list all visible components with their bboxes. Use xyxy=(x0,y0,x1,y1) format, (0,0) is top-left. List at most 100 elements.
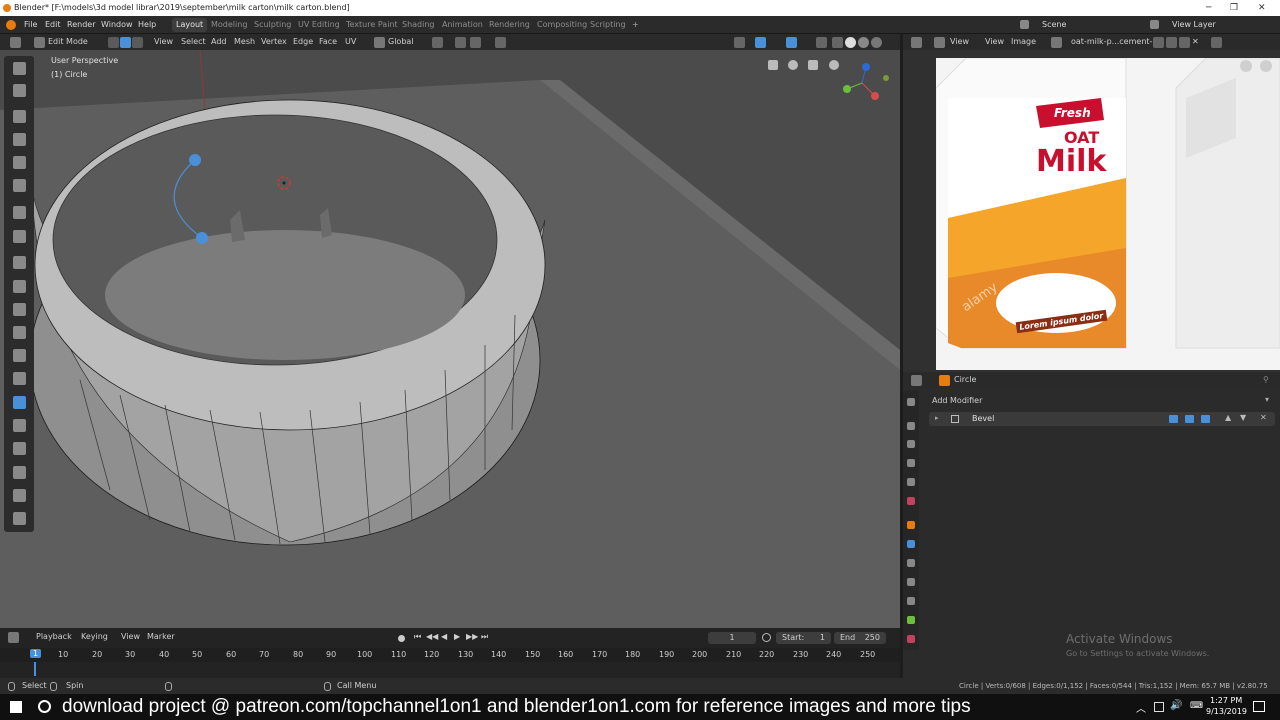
smooth-tool-icon[interactable] xyxy=(13,419,26,432)
viewport-zoom-icon[interactable] xyxy=(829,60,839,70)
data-props-icon[interactable] xyxy=(907,616,915,624)
select-box-icon[interactable] xyxy=(13,62,26,75)
menu-help[interactable]: Help xyxy=(138,16,156,34)
material-props-icon[interactable] xyxy=(907,635,915,643)
modifier-remove-icon[interactable]: ✕ xyxy=(1260,413,1267,422)
tab-rendering[interactable]: Rendering xyxy=(485,18,534,32)
notifications-icon[interactable] xyxy=(1253,701,1265,712)
menu-uv[interactable]: UV xyxy=(345,34,356,50)
tab-shading[interactable]: Shading xyxy=(398,18,439,32)
solid-shading-icon[interactable] xyxy=(845,37,856,48)
menu-mesh[interactable]: Mesh xyxy=(234,34,255,50)
snap-icon[interactable] xyxy=(455,37,466,48)
snap-target-icon[interactable] xyxy=(470,37,481,48)
material-shading-icon[interactable] xyxy=(858,37,869,48)
tab-texture-paint[interactable]: Texture Paint xyxy=(342,18,402,32)
tab-animation[interactable]: Animation xyxy=(438,18,487,32)
menu-vertex[interactable]: Vertex xyxy=(261,34,287,50)
menu-edit[interactable]: Edit xyxy=(45,16,61,34)
properties-editor-type-icon[interactable] xyxy=(911,375,922,386)
timeline-menu-view[interactable]: View xyxy=(121,630,140,644)
rip-tool-icon[interactable] xyxy=(13,512,26,525)
rotate-tool-icon[interactable] xyxy=(13,133,26,146)
maximize-icon[interactable]: ❐ xyxy=(1230,0,1238,16)
render-props-icon[interactable] xyxy=(907,422,915,430)
viewport-orbit-icon[interactable] xyxy=(788,60,798,70)
xray-icon[interactable] xyxy=(816,37,827,48)
shrink-fatten-tool-icon[interactable] xyxy=(13,466,26,479)
timeline-menu-marker[interactable]: Marker xyxy=(147,630,175,644)
tab-modeling[interactable]: Modeling xyxy=(207,18,251,32)
extrude-tool-icon[interactable] xyxy=(13,256,26,269)
start-frame-field[interactable]: Start: 1 xyxy=(776,632,831,644)
pivot-icon[interactable] xyxy=(432,37,443,48)
rendered-shading-icon[interactable] xyxy=(871,37,882,48)
image-menu-view-2[interactable]: View xyxy=(985,34,1004,50)
modifier-editmode-icon[interactable] xyxy=(1169,415,1178,423)
menu-window[interactable]: Window xyxy=(101,16,133,34)
menu-face[interactable]: Face xyxy=(319,34,337,50)
wireframe-shading-icon[interactable] xyxy=(832,37,843,48)
image-menu-view-1[interactable]: View xyxy=(950,34,969,50)
view-filter-icon[interactable] xyxy=(734,37,745,48)
move-tool-icon[interactable] xyxy=(13,110,26,123)
volume-icon[interactable]: 🔊 xyxy=(1170,700,1182,711)
add-modifier-arrow-icon[interactable]: ▾ xyxy=(1265,395,1269,404)
playhead-line[interactable] xyxy=(34,662,36,676)
edge-select-icon[interactable] xyxy=(120,37,131,48)
gizmo-toggle-icon[interactable] xyxy=(755,37,766,48)
image-name-field[interactable]: oat-milk-p...cement-m xyxy=(1071,34,1160,50)
poly-build-tool-icon[interactable] xyxy=(13,372,26,385)
image-pin-icon[interactable] xyxy=(1211,37,1222,48)
search-icon[interactable] xyxy=(38,700,51,713)
cursor-tool-icon[interactable] xyxy=(13,84,26,97)
current-frame-field[interactable]: 1 xyxy=(708,632,756,644)
image-mode-icon[interactable] xyxy=(934,37,945,48)
menu-view[interactable]: View xyxy=(154,34,173,50)
jump-keyframe-back-icon[interactable]: ◀◀ xyxy=(426,630,438,644)
world-props-icon[interactable] xyxy=(907,497,915,505)
viewport-camera-icon[interactable] xyxy=(768,60,778,70)
transform-tool-icon[interactable] xyxy=(13,179,26,192)
scene-props-icon[interactable] xyxy=(907,478,915,486)
proportional-edit-icon[interactable] xyxy=(495,37,506,48)
menu-select[interactable]: Select xyxy=(181,34,206,50)
modifier-name[interactable]: Bevel xyxy=(972,414,994,423)
tab-sculpting[interactable]: Sculpting xyxy=(250,18,295,32)
modifier-expand-icon[interactable]: ▸ xyxy=(935,414,939,422)
image-browse-icon[interactable] xyxy=(1051,37,1062,48)
scale-tool-icon[interactable] xyxy=(13,156,26,169)
loop-cut-tool-icon[interactable] xyxy=(13,326,26,339)
modifier-render-icon[interactable] xyxy=(1201,415,1210,423)
orientation-dropdown[interactable]: Global xyxy=(388,34,414,50)
jump-start-icon[interactable]: ⏮ xyxy=(414,630,421,644)
particles-props-icon[interactable] xyxy=(907,559,915,567)
play-icon[interactable]: ▶ xyxy=(454,630,460,644)
tab-uv-editing[interactable]: UV Editing xyxy=(294,18,344,32)
blender-menu-icon[interactable] xyxy=(6,20,16,30)
minimize-icon[interactable]: ─ xyxy=(1206,0,1211,16)
modifier-props-icon[interactable] xyxy=(907,540,915,548)
menu-render[interactable]: Render xyxy=(67,16,95,34)
network-icon[interactable] xyxy=(1154,702,1164,712)
modifier-bevel-row[interactable]: ▸ Bevel ▲ ▼ ✕ xyxy=(929,412,1275,426)
face-select-icon[interactable] xyxy=(132,37,143,48)
knife-tool-icon[interactable] xyxy=(13,349,26,362)
image-duplicate-icon[interactable] xyxy=(1166,37,1177,48)
image-menu-image[interactable]: Image xyxy=(1011,34,1036,50)
tray-chevron-icon[interactable]: ︿ xyxy=(1136,700,1146,715)
shear-tool-icon[interactable] xyxy=(13,489,26,502)
tool-props-icon[interactable] xyxy=(907,398,915,406)
tab-scripting[interactable]: Scripting xyxy=(586,18,630,32)
timeline-editor-type-icon[interactable] xyxy=(8,632,19,643)
3d-viewport[interactable]: User Perspective (1) Circle xyxy=(0,50,900,628)
tab-layout[interactable]: Layout xyxy=(172,18,208,32)
annotate-tool-icon[interactable] xyxy=(13,206,26,219)
view-layer-props-icon[interactable] xyxy=(907,459,915,467)
measure-tool-icon[interactable] xyxy=(13,230,26,243)
menu-edge[interactable]: Edge xyxy=(293,34,313,50)
image-unlink-icon[interactable]: ✕ xyxy=(1192,34,1199,50)
properties-pin-icon[interactable]: ⚲ xyxy=(1263,372,1269,388)
add-workspace-icon[interactable]: + xyxy=(628,18,643,32)
output-props-icon[interactable] xyxy=(907,440,915,448)
